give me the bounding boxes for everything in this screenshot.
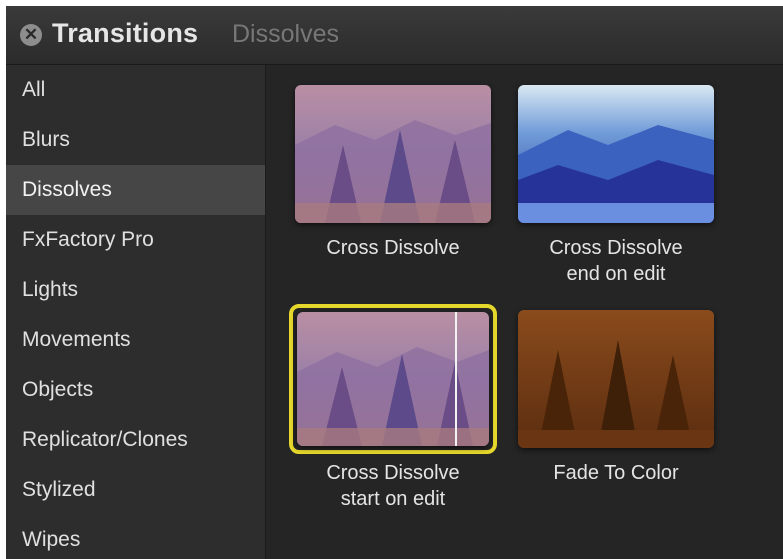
sidebar-item-objects[interactable]: Objects [6,365,265,415]
fade-to-color-thumbnail[interactable] [518,310,714,448]
sidebar-item-stylized[interactable]: Stylized [6,465,265,515]
sidebar-item-wipes[interactable]: Wipes [6,515,265,559]
category-sidebar: All Blurs Dissolves FxFactory Pro Lights… [6,65,266,559]
browser-header: ✕ Transitions Dissolves [6,6,783,65]
transition-label-line2: end on edit [566,263,666,285]
close-icon[interactable]: ✕ [20,24,42,46]
cross-dissolve-thumbnail[interactable] [295,85,491,223]
current-category: Dissolves [232,20,339,48]
cross-dissolve-start-thumbnail[interactable] [297,312,489,446]
browser-title: Transitions [52,18,199,48]
sidebar-item-lights[interactable]: Lights [6,265,265,315]
transitions-browser: ✕ Transitions Dissolves All Blurs Dissol… [6,6,783,559]
transition-label: Cross Dissolve [326,237,460,259]
transition-label: Fade To Color [553,462,679,484]
sidebar-item-dissolves[interactable]: Dissolves [6,165,265,215]
transitions-grid: Cross Dissolve Cross Dissolve end on edi… [266,65,783,559]
sidebar-item-blurs[interactable]: Blurs [6,115,265,165]
sidebar-item-fxfactory-pro[interactable]: FxFactory Pro [6,215,265,265]
transition-label-line2: start on edit [340,488,446,510]
sidebar-item-movements[interactable]: Movements [6,315,265,365]
sidebar-item-replicator-clones[interactable]: Replicator/Clones [6,415,265,465]
transition-label: Cross Dissolve [549,237,683,259]
cross-dissolve-end-thumbnail[interactable] [518,85,714,223]
sidebar-item-all[interactable]: All [6,65,265,115]
transition-label: Cross Dissolve [326,462,460,484]
